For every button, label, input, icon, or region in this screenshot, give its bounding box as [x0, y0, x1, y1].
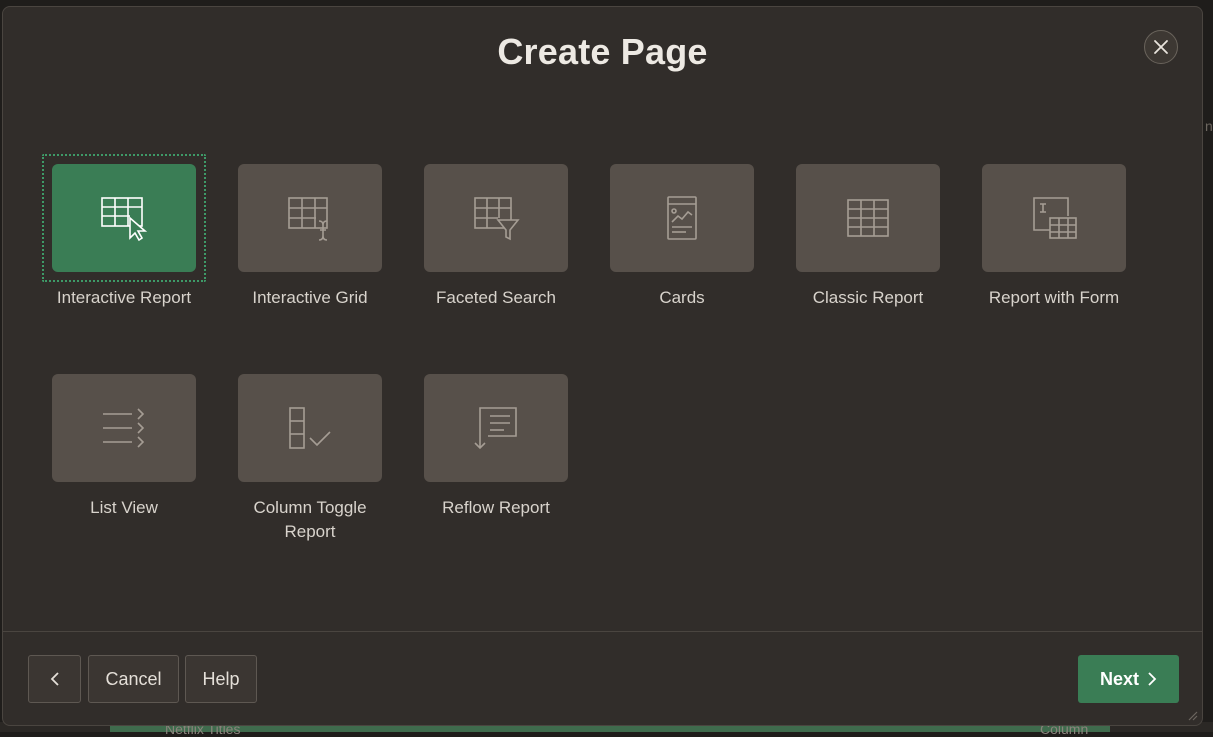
- tile-label: Reflow Report: [442, 498, 550, 517]
- tile-label: Report with Form: [988, 288, 1120, 307]
- create-page-dialog: Create Page Interactive Report Interacti…: [2, 6, 1203, 726]
- tile-label-line1: Column Toggle: [253, 498, 367, 517]
- report-with-form-icon: [1033, 197, 1077, 239]
- tile-column-toggle-report[interactable]: Column Toggle Report: [225, 374, 395, 544]
- background-text-edge: nt: [1205, 118, 1213, 134]
- interactive-grid-icon: [288, 197, 328, 241]
- tile-label-line2: Report: [284, 522, 336, 541]
- tile-report-with-form[interactable]: Report with Form: [969, 164, 1139, 310]
- tile-label: Interactive Report: [56, 288, 192, 307]
- chevron-left-icon: [50, 672, 59, 686]
- tile-label: Cards: [659, 288, 705, 307]
- next-button-label: Next: [1099, 668, 1139, 689]
- tile-label: Classic Report: [812, 288, 924, 307]
- dialog-title: Create Page: [497, 31, 708, 72]
- tile-interactive-grid[interactable]: Interactive Grid: [225, 164, 395, 310]
- interactive-report-icon: [101, 197, 148, 242]
- tile-label: Faceted Search: [435, 288, 556, 307]
- chevron-right-icon: [1148, 672, 1157, 686]
- tile-box[interactable]: [238, 164, 382, 272]
- tile-box[interactable]: [238, 374, 382, 482]
- tile-interactive-report[interactable]: Interactive Report: [39, 154, 209, 310]
- tile-box[interactable]: [42, 154, 206, 282]
- reflow-report-icon: [474, 407, 517, 450]
- close-icon: [1154, 40, 1168, 54]
- tile-box[interactable]: [424, 374, 568, 482]
- tile-box[interactable]: [424, 164, 568, 272]
- tile-cards[interactable]: Cards: [597, 164, 767, 310]
- next-button[interactable]: Next: [1078, 655, 1179, 703]
- tile-label: List View: [90, 498, 158, 517]
- footer-divider: [3, 631, 1202, 632]
- resize-handle-icon[interactable]: [1186, 709, 1198, 721]
- tile-box[interactable]: [982, 164, 1126, 272]
- column-toggle-report-icon: [289, 407, 331, 449]
- tile-faceted-search[interactable]: Faceted Search: [411, 164, 581, 310]
- tile-box[interactable]: [52, 374, 196, 482]
- list-view-icon: [103, 408, 145, 448]
- tile-label: Interactive Grid: [252, 288, 368, 307]
- tile-box[interactable]: [610, 164, 754, 272]
- tile-reflow-report[interactable]: Reflow Report: [411, 374, 581, 520]
- tile-classic-report[interactable]: Classic Report: [783, 164, 953, 310]
- cancel-button[interactable]: Cancel: [88, 655, 179, 703]
- tile-list-view[interactable]: List View: [39, 374, 209, 520]
- help-button[interactable]: Help: [185, 655, 257, 703]
- tile-label: Column Toggle Report: [225, 496, 395, 544]
- classic-report-icon: [847, 199, 889, 237]
- back-button[interactable]: [28, 655, 81, 703]
- cards-icon: [667, 196, 697, 240]
- close-button[interactable]: [1144, 30, 1178, 64]
- tile-box[interactable]: [796, 164, 940, 272]
- faceted-search-icon: [474, 197, 520, 241]
